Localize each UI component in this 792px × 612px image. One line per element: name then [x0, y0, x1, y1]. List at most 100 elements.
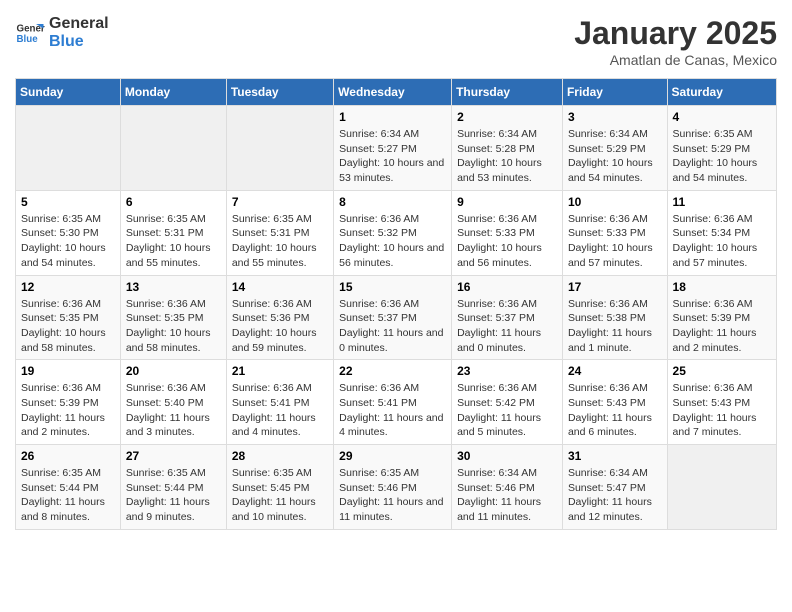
day-info: Sunrise: 6:35 AMSunset: 5:29 PMDaylight:… — [673, 127, 771, 186]
calendar-cell: 23 Sunrise: 6:36 AMSunset: 5:42 PMDayligh… — [452, 360, 563, 445]
calendar-cell: 2 Sunrise: 6:34 AMSunset: 5:28 PMDaylight… — [452, 106, 563, 191]
weekday-header-cell: Saturday — [667, 79, 776, 106]
calendar-cell: 8 Sunrise: 6:36 AMSunset: 5:32 PMDaylight… — [334, 190, 452, 275]
day-info: Sunrise: 6:36 AMSunset: 5:43 PMDaylight:… — [568, 381, 662, 440]
day-info: Sunrise: 6:36 AMSunset: 5:43 PMDaylight:… — [673, 381, 771, 440]
day-number: 16 — [457, 280, 557, 294]
location: Amatlan de Canas, Mexico — [574, 52, 777, 68]
calendar-cell: 27 Sunrise: 6:35 AMSunset: 5:44 PMDayligh… — [120, 445, 226, 530]
day-number: 11 — [673, 195, 771, 209]
day-info: Sunrise: 6:36 AMSunset: 5:41 PMDaylight:… — [232, 381, 328, 440]
calendar-cell: 30 Sunrise: 6:34 AMSunset: 5:46 PMDayligh… — [452, 445, 563, 530]
calendar-body: 1 Sunrise: 6:34 AMSunset: 5:27 PMDaylight… — [16, 106, 777, 530]
day-number: 2 — [457, 110, 557, 124]
day-number: 21 — [232, 364, 328, 378]
calendar-cell: 21 Sunrise: 6:36 AMSunset: 5:41 PMDayligh… — [226, 360, 333, 445]
calendar-cell: 29Sunrise: 6:35 AMSunset: 5:46 PMDayligh… — [334, 445, 452, 530]
day-info: Sunrise: 6:36 AMSunset: 5:33 PMDaylight:… — [457, 212, 557, 271]
day-number: 27 — [126, 449, 221, 463]
calendar-cell: 1 Sunrise: 6:34 AMSunset: 5:27 PMDaylight… — [334, 106, 452, 191]
calendar-cell: 25 Sunrise: 6:36 AMSunset: 5:43 PMDayligh… — [667, 360, 776, 445]
day-info: Sunrise: 6:35 AMSunset: 5:45 PMDaylight:… — [232, 466, 328, 525]
day-number: 18 — [673, 280, 771, 294]
day-info: Sunrise: 6:34 AMSunset: 5:27 PMDaylight:… — [339, 127, 446, 186]
weekday-header-cell: Sunday — [16, 79, 121, 106]
calendar-cell: 15Sunrise: 6:36 AMSunset: 5:37 PMDayligh… — [334, 275, 452, 360]
calendar-cell: 9 Sunrise: 6:36 AMSunset: 5:33 PMDaylight… — [452, 190, 563, 275]
day-number: 7 — [232, 195, 328, 209]
day-number: 1 — [339, 110, 446, 124]
weekday-header-cell: Friday — [562, 79, 667, 106]
svg-text:Blue: Blue — [17, 34, 39, 45]
calendar-cell: 11Sunrise: 6:36 AMSunset: 5:34 PMDayligh… — [667, 190, 776, 275]
calendar-cell: 6Sunrise: 6:35 AMSunset: 5:31 PMDaylight… — [120, 190, 226, 275]
day-number: 9 — [457, 195, 557, 209]
calendar-week-row: 26 Sunrise: 6:35 AMSunset: 5:44 PMDayligh… — [16, 445, 777, 530]
day-info: Sunrise: 6:35 AMSunset: 5:31 PMDaylight:… — [126, 212, 221, 271]
day-number: 25 — [673, 364, 771, 378]
day-number: 17 — [568, 280, 662, 294]
calendar-week-row: 5 Sunrise: 6:35 AMSunset: 5:30 PMDaylight… — [16, 190, 777, 275]
day-number: 10 — [568, 195, 662, 209]
day-info: Sunrise: 6:34 AMSunset: 5:28 PMDaylight:… — [457, 127, 557, 186]
day-number: 24 — [568, 364, 662, 378]
day-number: 29 — [339, 449, 446, 463]
day-info: Sunrise: 6:34 AMSunset: 5:29 PMDaylight:… — [568, 127, 662, 186]
day-number: 22 — [339, 364, 446, 378]
day-info: Sunrise: 6:36 AMSunset: 5:38 PMDaylight:… — [568, 297, 662, 356]
day-info: Sunrise: 6:36 AMSunset: 5:33 PMDaylight:… — [568, 212, 662, 271]
calendar-table: SundayMondayTuesdayWednesdayThursdayFrid… — [15, 78, 777, 530]
month-title: January 2025 — [574, 15, 777, 52]
day-number: 31 — [568, 449, 662, 463]
calendar-week-row: 12 Sunrise: 6:36 AMSunset: 5:35 PMDayligh… — [16, 275, 777, 360]
day-number: 8 — [339, 195, 446, 209]
logo-blue: Blue — [49, 33, 109, 51]
day-info: Sunrise: 6:34 AMSunset: 5:46 PMDaylight:… — [457, 466, 557, 525]
day-number: 3 — [568, 110, 662, 124]
day-number: 5 — [21, 195, 115, 209]
weekday-header-cell: Monday — [120, 79, 226, 106]
day-number: 23 — [457, 364, 557, 378]
day-number: 28 — [232, 449, 328, 463]
calendar-cell: 17 Sunrise: 6:36 AMSunset: 5:38 PMDayligh… — [562, 275, 667, 360]
weekday-header-row: SundayMondayTuesdayWednesdayThursdayFrid… — [16, 79, 777, 106]
day-info: Sunrise: 6:36 AMSunset: 5:41 PMDaylight:… — [339, 381, 446, 440]
page-header: General Blue General Blue January 2025 A… — [15, 15, 777, 68]
day-info: Sunrise: 6:35 AMSunset: 5:30 PMDaylight:… — [21, 212, 115, 271]
day-info: Sunrise: 6:35 AMSunset: 5:44 PMDaylight:… — [126, 466, 221, 525]
day-info: Sunrise: 6:36 AMSunset: 5:39 PMDaylight:… — [673, 297, 771, 356]
day-number: 15 — [339, 280, 446, 294]
day-info: Sunrise: 6:36 AMSunset: 5:40 PMDaylight:… — [126, 381, 221, 440]
day-info: Sunrise: 6:36 AMSunset: 5:35 PMDaylight:… — [21, 297, 115, 356]
calendar-cell: 5 Sunrise: 6:35 AMSunset: 5:30 PMDaylight… — [16, 190, 121, 275]
title-block: January 2025 Amatlan de Canas, Mexico — [574, 15, 777, 68]
calendar-week-row: 19Sunrise: 6:36 AMSunset: 5:39 PMDayligh… — [16, 360, 777, 445]
day-info: Sunrise: 6:36 AMSunset: 5:32 PMDaylight:… — [339, 212, 446, 271]
calendar-cell: 14 Sunrise: 6:36 AMSunset: 5:36 PMDayligh… — [226, 275, 333, 360]
calendar-cell: 12 Sunrise: 6:36 AMSunset: 5:35 PMDayligh… — [16, 275, 121, 360]
day-number: 4 — [673, 110, 771, 124]
day-number: 20 — [126, 364, 221, 378]
day-info: Sunrise: 6:34 AMSunset: 5:47 PMDaylight:… — [568, 466, 662, 525]
calendar-cell: 4 Sunrise: 6:35 AMSunset: 5:29 PMDaylight… — [667, 106, 776, 191]
day-number: 30 — [457, 449, 557, 463]
weekday-header-cell: Tuesday — [226, 79, 333, 106]
calendar-cell: 18 Sunrise: 6:36 AMSunset: 5:39 PMDayligh… — [667, 275, 776, 360]
calendar-cell: 20 Sunrise: 6:36 AMSunset: 5:40 PMDayligh… — [120, 360, 226, 445]
calendar-cell — [667, 445, 776, 530]
day-info: Sunrise: 6:35 AMSunset: 5:31 PMDaylight:… — [232, 212, 328, 271]
day-number: 26 — [21, 449, 115, 463]
calendar-cell: 24 Sunrise: 6:36 AMSunset: 5:43 PMDayligh… — [562, 360, 667, 445]
calendar-cell: 7 Sunrise: 6:35 AMSunset: 5:31 PMDaylight… — [226, 190, 333, 275]
logo-general: General — [49, 15, 109, 33]
day-info: Sunrise: 6:36 AMSunset: 5:36 PMDaylight:… — [232, 297, 328, 356]
day-info: Sunrise: 6:36 AMSunset: 5:39 PMDaylight:… — [21, 381, 115, 440]
calendar-cell: 10 Sunrise: 6:36 AMSunset: 5:33 PMDayligh… — [562, 190, 667, 275]
calendar-cell — [226, 106, 333, 191]
calendar-cell: 19Sunrise: 6:36 AMSunset: 5:39 PMDayligh… — [16, 360, 121, 445]
logo: General Blue General Blue — [15, 15, 109, 50]
calendar-cell: 3 Sunrise: 6:34 AMSunset: 5:29 PMDaylight… — [562, 106, 667, 191]
day-number: 12 — [21, 280, 115, 294]
day-number: 14 — [232, 280, 328, 294]
day-info: Sunrise: 6:36 AMSunset: 5:42 PMDaylight:… — [457, 381, 557, 440]
